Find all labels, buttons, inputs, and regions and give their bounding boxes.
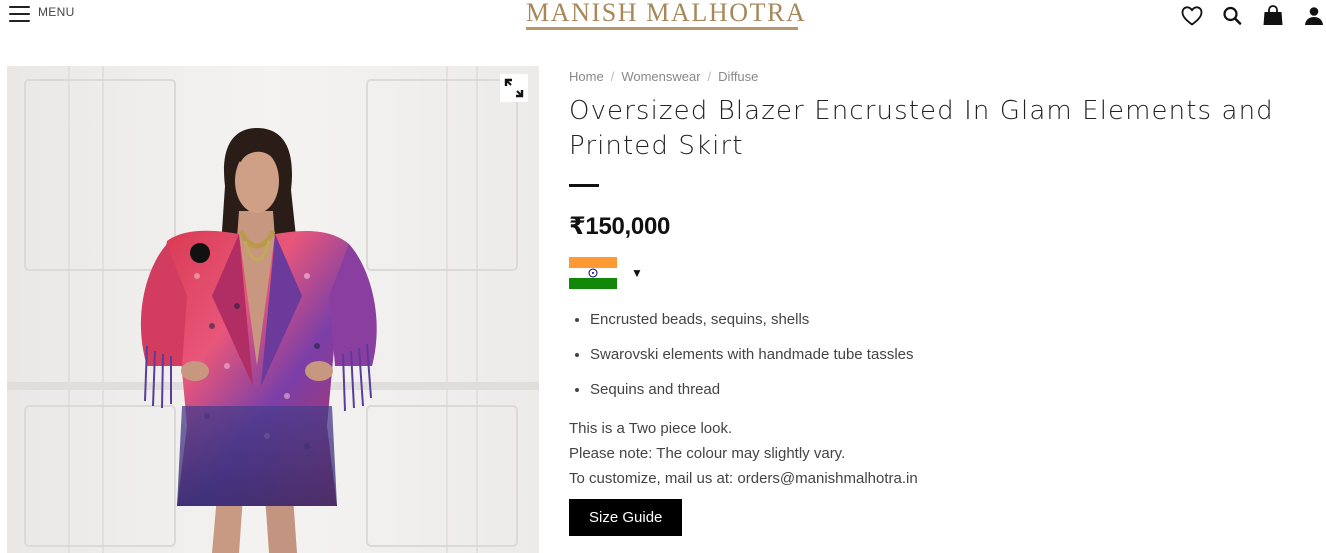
menu-button[interactable]: MENU [9, 5, 75, 22]
breadcrumb: Home / Womenswear / Diffuse [569, 66, 1299, 86]
product-notes: This is a Two piece look. Please note: T… [569, 416, 1299, 491]
logo-text: MANISH MALHOTRA [526, 0, 807, 27]
search-icon[interactable] [1220, 4, 1244, 28]
chevron-down-icon: ▼ [631, 266, 643, 280]
menu-label: MENU [38, 5, 75, 19]
site-header: MENU MANISH MALHOTRA [0, 0, 1326, 40]
expand-icon [504, 78, 524, 98]
feature-item: Sequins and thread [590, 381, 1299, 416]
feature-list: Encrusted beads, sequins, shells Swarovs… [590, 311, 1299, 416]
india-flag-icon [569, 257, 617, 289]
product-image[interactable] [7, 66, 539, 553]
breadcrumb-home[interactable]: Home [569, 69, 604, 84]
heart-icon[interactable] [1180, 4, 1204, 28]
feature-item: Encrusted beads, sequins, shells [590, 311, 1299, 346]
product-title-line1: Oversized Blazer Encrusted In Glam Eleme… [569, 96, 1274, 126]
expand-image-button[interactable] [500, 74, 528, 102]
brand-logo[interactable]: MANISH MALHOTRA [526, 0, 807, 30]
note-two-piece: This is a Two piece look. [569, 420, 733, 437]
product-info: Home / Womenswear / Diffuse Oversized Bl… [569, 66, 1299, 536]
product-price: ₹150,000 [569, 213, 671, 240]
size-guide-button[interactable]: Size Guide [569, 499, 683, 536]
title-divider [569, 184, 599, 187]
breadcrumb-separator: / [610, 68, 615, 84]
product-title: Oversized Blazer Encrusted In Glam Eleme… [569, 94, 1289, 164]
breadcrumb-womenswear[interactable]: Womenswear [621, 69, 700, 84]
breadcrumb-diffuse[interactable]: Diffuse [718, 69, 758, 84]
feature-item: Swarovski elements with handmade tube ta… [590, 346, 1299, 381]
note-colour: Please note: The colour may slightly var… [569, 445, 846, 462]
user-icon[interactable] [1302, 4, 1326, 28]
currency-selector[interactable]: ▼ [569, 257, 659, 289]
product-title-line2: Printed Skirt [569, 131, 744, 161]
shopping-bag-icon[interactable] [1261, 4, 1285, 28]
hamburger-icon [9, 6, 30, 22]
product-photo [7, 66, 539, 553]
note-customize: To customize, mail us at: orders@manishm… [569, 470, 918, 487]
breadcrumb-separator: / [707, 68, 712, 84]
